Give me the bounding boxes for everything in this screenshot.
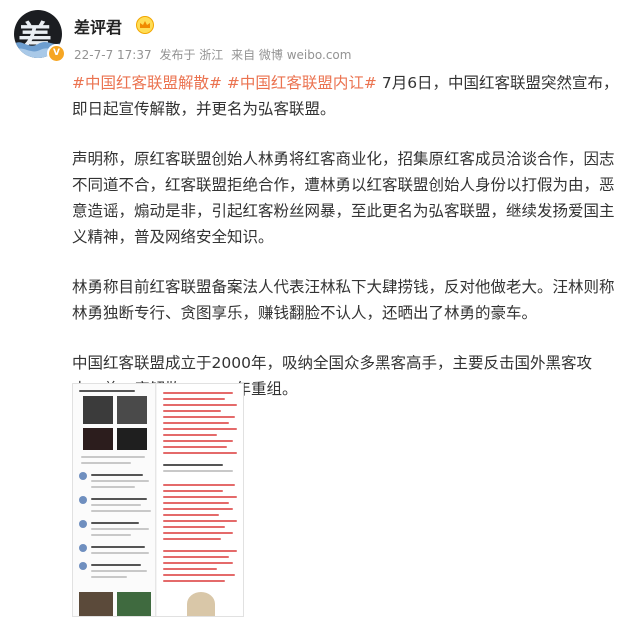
post-body: #中国红客联盟解散# #中国红客联盟内讧# 7月6日，中国红客联盟突然宣布，即日…: [72, 70, 620, 426]
crown-icon[interactable]: [136, 16, 154, 34]
post-paragraph-1: #中国红客联盟解散# #中国红客联盟内讧# 7月6日，中国红客联盟突然宣布，即日…: [72, 70, 620, 122]
post-image[interactable]: [72, 383, 244, 617]
post-paragraph-2: 声明称，原红客联盟创始人林勇将红客商业化，招集原红客成员洽谈合作，因志不同道不合…: [72, 150, 615, 246]
post-source: 来自 微博 weibo.com: [231, 48, 352, 62]
post-header: 差 V 差评君 22-7-7 17:37 发布于 浙江 来自 微博 weibo.…: [14, 6, 618, 64]
image-left-column: [73, 384, 156, 616]
username[interactable]: 差评君: [74, 14, 122, 38]
image-right-column: [157, 384, 243, 616]
post-time[interactable]: 22-7-7 17:37: [74, 48, 152, 62]
post-paragraph-3: 林勇称目前红客联盟备案法人代表汪林私下大肆捞钱，反对他做老大。汪林则称林勇独断专…: [72, 278, 615, 322]
verified-icon: V: [47, 44, 66, 63]
hashtag-link[interactable]: #中国红客联盟解散#: [72, 74, 222, 92]
post-location: 发布于 浙江: [159, 48, 224, 62]
post-meta: 22-7-7 17:37 发布于 浙江 来自 微博 weibo.com: [74, 46, 355, 63]
hashtag-link[interactable]: #中国红客联盟内讧#: [227, 74, 377, 92]
